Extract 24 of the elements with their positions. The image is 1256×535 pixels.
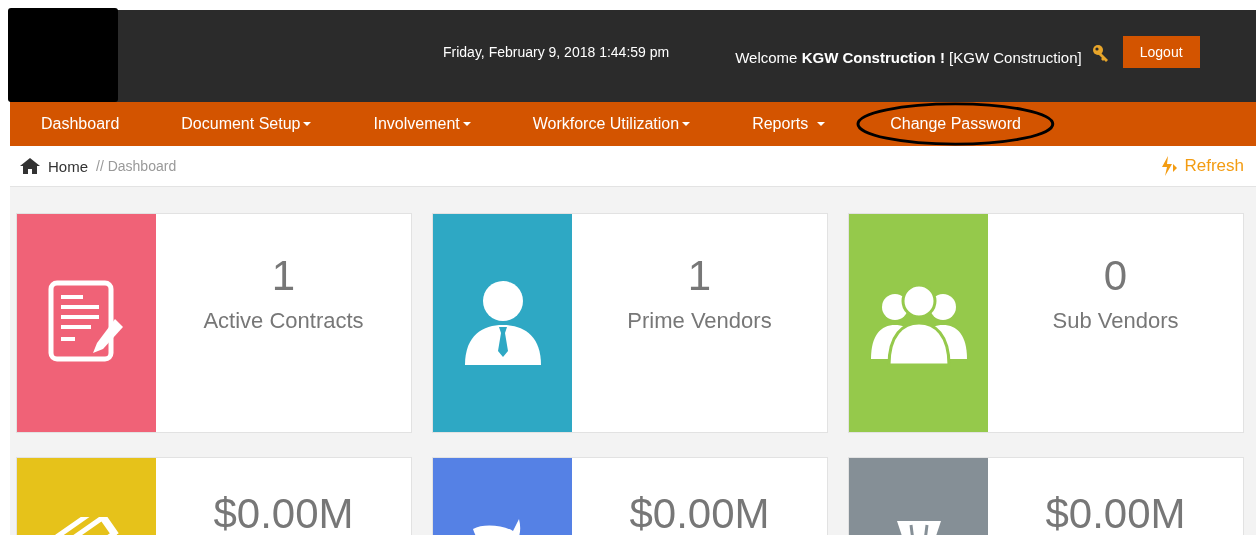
current-page: // Dashboard: [96, 158, 177, 174]
stat-value: $0.00M: [1045, 492, 1186, 535]
stat-value: 0: [1103, 254, 1128, 298]
stat-label: Prime Vendors: [627, 308, 772, 334]
home-icon: [20, 158, 40, 174]
welcome-text: Welcome KGW Construction ! [KGW Construction]: [735, 48, 1082, 66]
refresh-link[interactable]: Refresh: [1184, 156, 1244, 176]
date-time: Friday, February 9, 2018 1:44:59 pm: [443, 44, 670, 60]
nav-menu-item[interactable]: Document Setup: [150, 115, 343, 133]
stat-value: 1: [687, 254, 712, 298]
stat-value: $0.00M: [213, 492, 354, 535]
nav-menu-item[interactable]: Dashboard: [10, 115, 151, 133]
logout-button[interactable]: Logout: [1122, 36, 1200, 68]
nav-menu-item[interactable]: Change Password: [856, 102, 1055, 146]
lightning-icon: [1159, 156, 1180, 176]
stat-label: Active Contracts: [203, 308, 364, 334]
nav-menu-item[interactable]: Reports: [721, 115, 857, 133]
nav-menu-item[interactable]: Workforce Utilization: [501, 115, 722, 133]
nav-menu-item[interactable]: Involvement: [342, 115, 502, 133]
stat-label: Sub Vendors: [1052, 308, 1179, 334]
key-icon: [1091, 44, 1110, 62]
home-link[interactable]: Home: [48, 157, 88, 175]
stat-value: 1: [271, 254, 296, 298]
stat-value: $0.00M: [629, 492, 770, 535]
